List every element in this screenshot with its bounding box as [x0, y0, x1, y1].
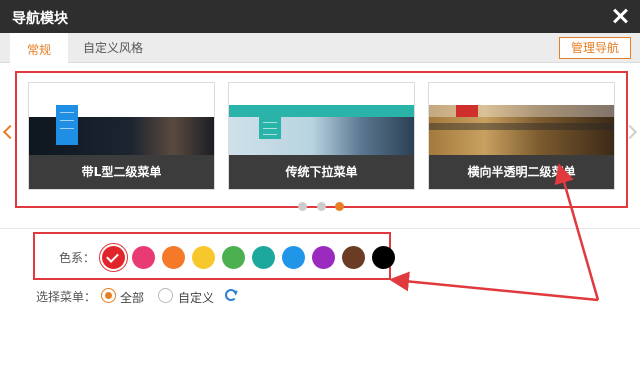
radio-custom[interactable] [158, 288, 173, 303]
card-caption: 传统下拉菜单 [229, 155, 414, 189]
tab-general[interactable]: 常规 [10, 33, 68, 63]
select-menu-label: 选择菜单： [36, 290, 97, 304]
nav-style-card-dropdown[interactable]: 传统下拉菜单 [228, 82, 415, 190]
preview-active-item [456, 105, 478, 117]
radio-all-label[interactable]: 全部 [120, 289, 144, 306]
color-swatch[interactable] [132, 246, 155, 269]
refresh-icon[interactable] [225, 289, 237, 301]
color-swatch-selected[interactable] [99, 243, 128, 272]
preview-dropdown [259, 117, 281, 139]
color-swatch[interactable] [312, 246, 335, 269]
color-swatch[interactable] [342, 246, 365, 269]
preview-nav-bar [229, 105, 414, 117]
color-swatch[interactable] [162, 246, 185, 269]
radio-all[interactable] [101, 288, 116, 303]
preview-dropdown [56, 105, 78, 145]
color-scheme-label: 色系： [59, 251, 96, 265]
close-icon[interactable] [610, 5, 630, 27]
preview-submenu [429, 123, 614, 130]
color-swatch[interactable] [252, 246, 275, 269]
color-swatch[interactable] [282, 246, 305, 269]
color-swatch[interactable] [372, 246, 395, 269]
manage-navigation-button[interactable]: 管理导航 [559, 37, 631, 59]
tab-bar: 常规 自定义风格 管理导航 [0, 33, 640, 63]
carousel-dot-active[interactable] [335, 202, 344, 211]
carousel-dot[interactable] [317, 202, 326, 211]
card-caption: 带L型二级菜单 [29, 155, 214, 189]
carousel-next-icon[interactable] [629, 125, 637, 139]
nav-style-card-translucent[interactable]: 横向半透明二级菜单 [428, 82, 615, 190]
navigation-module-dialog: 导航模块 常规 自定义风格 管理导航 带L型二级菜单 传统下拉菜单 横向半透明二… [0, 0, 640, 367]
section-divider [0, 228, 640, 229]
dialog-title: 导航模块 [12, 11, 68, 27]
carousel-dot[interactable] [298, 202, 307, 211]
annotation-arrow-to-colors [389, 271, 599, 302]
color-swatch[interactable] [192, 246, 215, 269]
preview-image [229, 117, 414, 157]
radio-custom-label[interactable]: 自定义 [178, 289, 214, 306]
nav-style-card-l-submenu[interactable]: 带L型二级菜单 [28, 82, 215, 190]
title-bar: 导航模块 [0, 0, 640, 33]
tab-custom-style[interactable]: 自定义风格 [78, 33, 148, 63]
color-swatch[interactable] [222, 246, 245, 269]
carousel-prev-icon[interactable] [3, 125, 11, 139]
card-caption: 横向半透明二级菜单 [429, 155, 614, 189]
